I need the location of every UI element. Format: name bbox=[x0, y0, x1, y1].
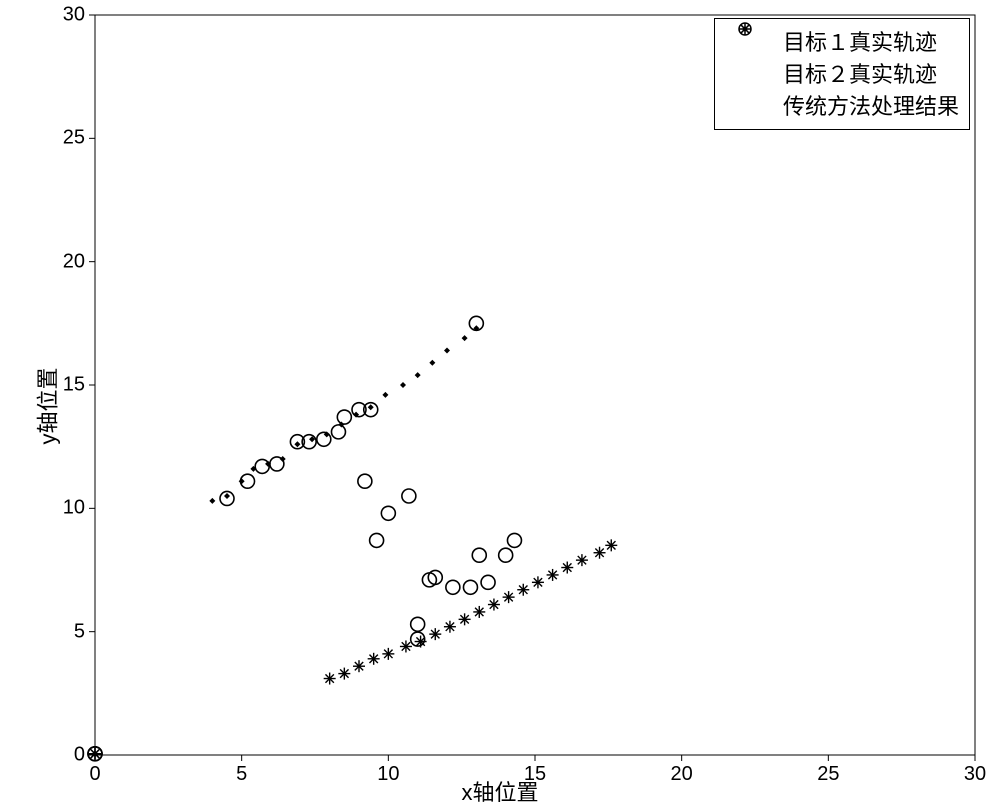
series-dot bbox=[209, 325, 479, 504]
y-tick-label: 5 bbox=[74, 620, 85, 643]
y-tick-label: 25 bbox=[63, 127, 85, 150]
x-tick-label: 0 bbox=[89, 763, 100, 786]
y-tick-label: 15 bbox=[63, 374, 85, 397]
legend-label: 目标２真实轨迹 bbox=[783, 57, 937, 89]
legend-label: 传统方法处理结果 bbox=[783, 89, 959, 121]
y-tick-label: 30 bbox=[63, 4, 85, 27]
x-tick-label: 10 bbox=[377, 763, 399, 786]
y-axis-label: y轴位置 bbox=[31, 367, 63, 444]
y-tick-label: 20 bbox=[63, 250, 85, 273]
series-asterisk bbox=[324, 539, 618, 684]
x-tick-label: 5 bbox=[236, 763, 247, 786]
series-circle bbox=[220, 316, 521, 646]
x-tick-label: 25 bbox=[817, 763, 839, 786]
legend: 目标１真实轨迹 目标２真实轨迹 传统方法处理结果 bbox=[714, 18, 970, 130]
legend-label: 目标１真实轨迹 bbox=[783, 25, 937, 57]
x-tick-label: 20 bbox=[671, 763, 693, 786]
legend-item: 目标２真实轨迹 bbox=[723, 57, 959, 89]
y-tick-label: 10 bbox=[63, 497, 85, 520]
legend-item: 传统方法处理结果 bbox=[723, 89, 959, 121]
series-origin bbox=[88, 747, 102, 761]
y-tick-label: 0 bbox=[74, 744, 85, 767]
x-tick-label: 15 bbox=[524, 763, 546, 786]
chart-container: x轴位置 y轴位置 目标１真实轨迹 目标２真实轨迹 传统方法处理结果 05101… bbox=[0, 0, 1000, 811]
x-tick-label: 30 bbox=[964, 763, 986, 786]
